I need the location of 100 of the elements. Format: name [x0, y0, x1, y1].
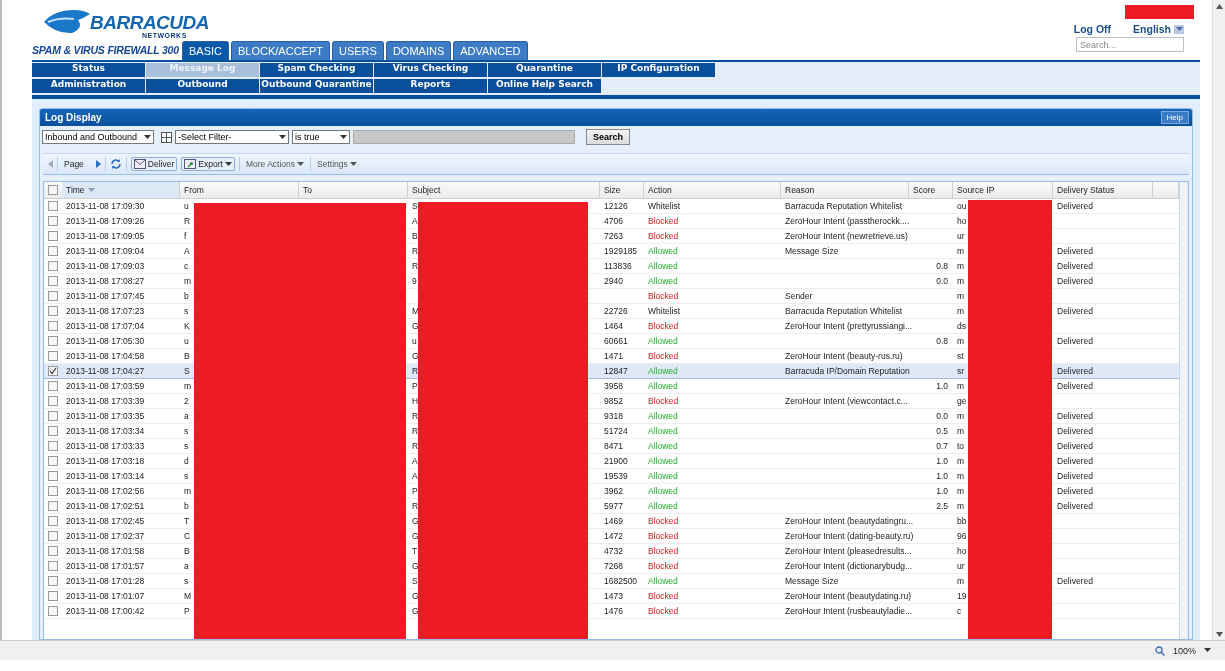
row-checkbox[interactable] — [48, 351, 58, 361]
row-checkbox[interactable] — [48, 276, 58, 286]
nav-tab[interactable]: DOMAINS — [385, 41, 452, 60]
action-cell-text: Blocked — [647, 230, 680, 243]
row-checkbox[interactable] — [48, 426, 58, 436]
search-field[interactable]: Search... — [1076, 37, 1184, 52]
row-checkbox[interactable] — [48, 246, 58, 256]
column-header[interactable]: Time — [62, 182, 180, 198]
scroll-down-icon[interactable] — [1215, 631, 1223, 637]
previous-page-icon[interactable] — [48, 160, 53, 168]
menu-item[interactable]: Outbound — [146, 79, 259, 93]
row-checkbox[interactable] — [48, 321, 58, 331]
table-cell-text: 22726 — [603, 305, 629, 318]
language-selector[interactable]: English — [1133, 23, 1184, 35]
column-header[interactable]: Size — [600, 182, 644, 198]
table-cell-text: 2013-11-08 17:09:03 — [65, 260, 146, 273]
row-checkbox[interactable] — [48, 231, 58, 241]
filter-value-field[interactable] — [353, 130, 575, 144]
column-header[interactable]: From — [180, 182, 299, 198]
table-cell-text: u — [411, 335, 418, 348]
menu-item[interactable]: Quarantine — [488, 63, 601, 77]
menu-item[interactable]: IP Configuration — [602, 63, 715, 77]
row-checkbox[interactable] — [48, 306, 58, 316]
grid-scrollbar[interactable] — [1179, 182, 1188, 639]
settings-menu[interactable]: Settings — [315, 158, 359, 170]
table-cell-text: Delivered — [1056, 245, 1094, 258]
row-checkbox[interactable] — [48, 471, 58, 481]
menu-item[interactable]: Administration — [32, 79, 145, 93]
direction-select[interactable]: Inbound and Outbound — [42, 130, 154, 144]
table-cell-text: m — [183, 275, 193, 288]
row-checkbox[interactable] — [48, 486, 58, 496]
row-checkbox[interactable] — [48, 336, 58, 346]
table-cell-text: 60661 — [603, 335, 629, 348]
table-cell-text: 0.8 — [935, 335, 949, 348]
table-cell-text: st — [956, 350, 965, 363]
column-header[interactable]: Source IP — [953, 182, 1053, 198]
caret-icon — [340, 134, 347, 140]
table-cell-text: Barracuda Reputation Whitelist — [784, 305, 904, 318]
row-checkbox[interactable] — [48, 396, 58, 406]
row-checkbox[interactable] — [48, 216, 58, 226]
table-cell-text: 12126 — [603, 200, 629, 213]
column-header[interactable]: Reason — [781, 182, 909, 198]
menu-item[interactable]: Outbound Quarantine — [260, 79, 373, 93]
row-checkbox[interactable] — [48, 441, 58, 451]
column-header[interactable]: Action — [644, 182, 781, 198]
menu-item[interactable]: Reports — [374, 79, 487, 93]
action-cell-text: Blocked — [647, 515, 680, 528]
nav-tab[interactable]: ADVANCED — [453, 41, 528, 60]
table-cell-text: R — [411, 440, 420, 453]
row-checkbox[interactable] — [48, 381, 58, 391]
log-off-link[interactable]: Log Off — [1073, 23, 1112, 35]
table-cell-text: 12847 — [603, 365, 629, 378]
condition-select[interactable]: is true — [292, 130, 350, 144]
caret-icon — [297, 161, 305, 167]
row-checkbox[interactable] — [48, 201, 58, 211]
search-button[interactable]: Search — [586, 129, 631, 145]
row-checkbox[interactable] — [48, 456, 58, 466]
zoom-control[interactable]: 100% — [1154, 645, 1211, 656]
column-header[interactable]: Delivery Status — [1053, 182, 1153, 198]
table-cell-text: 1476 — [603, 605, 624, 618]
table-cell-text: 2013-11-08 17:00:42 — [65, 605, 146, 618]
action-cell-text: Blocked — [647, 350, 680, 363]
table-cell-text: R — [411, 245, 420, 258]
action-cell-text: Allowed — [647, 335, 679, 348]
menu-item[interactable]: Virus Checking — [374, 63, 487, 77]
refresh-icon[interactable] — [109, 158, 122, 170]
table-cell-text: s — [183, 305, 190, 318]
column-header[interactable]: Subject — [408, 182, 600, 198]
row-checkbox[interactable] — [48, 576, 58, 586]
more-actions-menu[interactable]: More Actions — [243, 158, 307, 170]
table-cell-text: m — [956, 260, 966, 273]
filter-select[interactable]: -Select Filter- — [175, 130, 289, 144]
row-checkbox[interactable] — [48, 561, 58, 571]
table-cell-text: B — [183, 545, 191, 558]
next-page-icon[interactable] — [95, 160, 101, 168]
row-checkbox[interactable] — [48, 366, 58, 376]
help-button[interactable]: Help — [1160, 111, 1189, 124]
menu-item[interactable]: Status — [32, 63, 145, 77]
row-checkbox[interactable] — [48, 411, 58, 421]
add-filter-icon[interactable] — [161, 131, 172, 143]
menu-item[interactable]: Spam Checking — [260, 63, 373, 77]
row-checkbox[interactable] — [48, 261, 58, 271]
row-checkbox[interactable] — [48, 291, 58, 301]
row-checkbox[interactable] — [48, 606, 58, 616]
nav-tab[interactable]: BLOCK/ACCEPT — [231, 41, 330, 60]
nav-tab[interactable]: USERS — [332, 41, 384, 60]
row-checkbox[interactable] — [48, 546, 58, 556]
select-all-checkbox[interactable] — [48, 185, 58, 195]
column-header[interactable]: Score — [909, 182, 953, 198]
row-checkbox[interactable] — [48, 516, 58, 526]
menu-item[interactable]: Online Help Search — [488, 79, 601, 93]
table-cell-text: m — [183, 485, 193, 498]
deliver-button[interactable]: Deliver — [130, 157, 178, 171]
row-checkbox[interactable] — [48, 591, 58, 601]
export-button[interactable]: Export — [181, 157, 235, 171]
row-checkbox[interactable] — [48, 501, 58, 511]
nav-tab[interactable]: BASIC — [182, 41, 229, 60]
row-checkbox[interactable] — [48, 531, 58, 541]
scroll-up-icon[interactable] — [1215, 3, 1223, 9]
column-header[interactable]: To — [299, 182, 408, 198]
